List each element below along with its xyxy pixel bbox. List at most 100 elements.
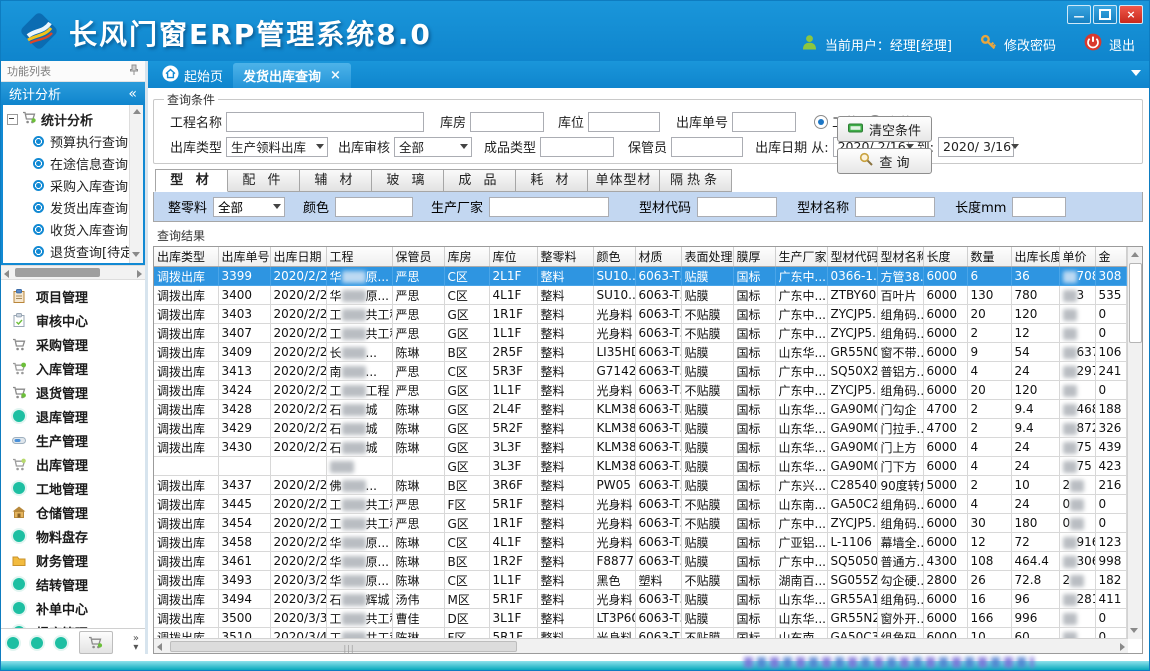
column-header[interactable]: 整零料	[537, 247, 593, 267]
sidebar-menu-item[interactable]: 入库管理	[1, 356, 145, 380]
pin-icon[interactable]	[129, 64, 139, 79]
material-tab[interactable]: 型 材	[155, 169, 228, 192]
tab-overflow-icon[interactable]	[1131, 70, 1141, 76]
date-to-dropdown[interactable]: 2020/ 3/16	[938, 137, 1014, 157]
table-row[interactable]: 调拨出库34292020/2/26石城陈琳G区5R2F整料KLM38176063…	[154, 419, 1126, 438]
scroll-up-icon[interactable]	[1131, 252, 1139, 257]
sidebar-menu-item[interactable]: 结转管理	[1, 572, 145, 596]
column-header[interactable]: 颜色	[593, 247, 635, 267]
tree-item[interactable]: 退货查询[待定]	[7, 240, 143, 262]
column-header[interactable]: 型材代码	[827, 247, 877, 267]
sidebar-menu-item[interactable]: 仓储管理	[1, 500, 145, 524]
tree-item[interactable]: 预算执行查询	[7, 130, 143, 152]
column-header[interactable]: 出库长度	[1011, 247, 1059, 267]
table-row[interactable]: 调拨出库34092020/2/25长...陈琳B区2R5F整料LI35HD606…	[154, 343, 1126, 362]
material-tab[interactable]: 玻 璃	[372, 169, 444, 192]
logout-link[interactable]: 退出	[1109, 35, 1135, 54]
length-input[interactable]	[1012, 197, 1066, 217]
table-row[interactable]: 调拨出库34942020/3/2石辉城汤伟M区5R1F整料光身料6063-T5贴…	[154, 590, 1126, 609]
sidebar-menu-item[interactable]: 物料盘存	[1, 524, 145, 548]
column-header[interactable]: 库位	[489, 247, 537, 267]
table-row[interactable]: 调拨出库34372020/2/27佛...陈琳B区3R6F整料PW056063-…	[154, 476, 1126, 495]
tree-item[interactable]: 发货出库查询	[7, 196, 143, 218]
tab-inactive[interactable]: 起始页	[152, 63, 233, 88]
change-password-link[interactable]: 修改密码	[1004, 35, 1056, 54]
material-tab[interactable]: 配 件	[228, 169, 300, 192]
table-row[interactable]: 调拨出库34282020/2/26石城陈琳G区2L4F整料KLM38176063…	[154, 400, 1126, 419]
sidebar-menu-item[interactable]: 出库管理	[1, 452, 145, 476]
tree-item[interactable]: 收货入库查询	[7, 218, 143, 240]
table-row[interactable]: 调拨出库34452020/2/27工共工程严思F区5R1F整料光身料6063-T…	[154, 495, 1126, 514]
audit-dropdown[interactable]: 全部	[394, 137, 472, 157]
tree-root-stats-analysis[interactable]: 统计分析	[7, 108, 143, 130]
column-header[interactable]: 单价	[1059, 247, 1095, 267]
material-tab[interactable]: 成 品	[444, 169, 516, 192]
minimize-button[interactable]: —	[1067, 5, 1091, 24]
column-header[interactable]: 金	[1095, 247, 1126, 267]
grid-horizontal-scrollbar[interactable]: |||	[154, 638, 1128, 653]
scrollbar-thumb[interactable]: |||	[170, 641, 517, 652]
table-row[interactable]: 调拨出库34242020/2/26工工程严思G区1L1F整料光身料6063-T5…	[154, 381, 1126, 400]
collapse-icon[interactable]: «	[128, 86, 137, 102]
table-row[interactable]: G区3L3F整料KLM38176063-T5贴膜国标山东华...GA90M09.…	[154, 457, 1126, 476]
column-header[interactable]: 型材名称	[877, 247, 923, 267]
tab-active[interactable]: 发货出库查询×	[233, 63, 351, 88]
dot-icon[interactable]	[55, 637, 67, 649]
dot-icon[interactable]	[7, 637, 19, 649]
table-row[interactable]: 调拨出库34932020/3/2华原...陈琳C区1L1F整料黑色塑料不贴膜国标…	[154, 571, 1126, 590]
material-tab[interactable]: 单体型材	[588, 169, 660, 192]
maximize-button[interactable]	[1093, 5, 1117, 24]
material-tab[interactable]: 辅 材	[300, 169, 372, 192]
table-row[interactable]: 调拨出库34612020/2/28华原...陈琳B区1R2F整料F8877FT6…	[154, 552, 1126, 571]
scroll-right-icon[interactable]	[1120, 643, 1125, 651]
column-header[interactable]: 数量	[967, 247, 1011, 267]
profile-name-input[interactable]	[855, 197, 935, 217]
sidebar-menu-item[interactable]: 采购管理	[1, 332, 145, 356]
tree-item[interactable]: 采购入库查询	[7, 174, 143, 196]
column-header[interactable]: 表面处理	[681, 247, 733, 267]
table-row[interactable]: 调拨出库34032020/2/25工共工程严思G区1R1F整料光身料6063-T…	[154, 305, 1126, 324]
table-row[interactable]: 调拨出库34002020/2/25华原...严思C区4L1F整料SU10...6…	[154, 286, 1126, 305]
column-header[interactable]: 材质	[635, 247, 681, 267]
scroll-down-icon[interactable]	[1130, 628, 1138, 633]
material-tab[interactable]: 隔热条	[660, 169, 732, 192]
product-type-input[interactable]	[540, 137, 614, 157]
sidebar-menu-item[interactable]: 项目管理	[1, 284, 145, 308]
whole-part-dropdown[interactable]: 全部	[213, 197, 285, 217]
out-type-dropdown[interactable]: 生产领料出库	[226, 137, 328, 157]
manufacturer-input[interactable]	[489, 197, 609, 217]
project-name-input[interactable]	[226, 112, 424, 132]
column-header[interactable]: 出库单号	[218, 247, 270, 267]
column-header[interactable]: 出库日期	[270, 247, 326, 267]
column-header[interactable]: 工程	[326, 247, 392, 267]
color-input[interactable]	[335, 197, 413, 217]
overflow-chevron[interactable]: »▾	[133, 634, 139, 652]
keeper-input[interactable]	[671, 137, 743, 157]
sidebar-menu-item[interactable]: 工地管理	[1, 476, 145, 500]
sidebar-menu-item[interactable]: 退库管理	[1, 404, 145, 428]
scrollbar-thumb[interactable]	[15, 268, 100, 277]
table-row[interactable]: 调拨出库34542020/2/28工共工程严思G区1R1F整料光身料6063-T…	[154, 514, 1126, 533]
dot-icon[interactable]	[31, 637, 43, 649]
sidebar-menu-item[interactable]: 生产管理	[1, 428, 145, 452]
tree-horizontal-scrollbar[interactable]	[1, 265, 145, 280]
order-no-input[interactable]	[732, 112, 796, 132]
scroll-right-icon[interactable]	[137, 270, 142, 278]
table-row[interactable]: 调拨出库34132020/2/26南...严思C区5R3F整料G71422606…	[154, 362, 1126, 381]
table-row[interactable]: 调拨出库35002020/3/3工共工程曹佳D区3L1F整料LT3P606063…	[154, 609, 1126, 628]
tab-close-icon[interactable]: ×	[330, 68, 341, 83]
column-header[interactable]: 生产厂家	[775, 247, 827, 267]
column-header[interactable]: 长度	[923, 247, 967, 267]
table-row[interactable]: 调拨出库34072020/2/25工共工程严思G区1L1F整料光身料6063-T…	[154, 324, 1126, 343]
scroll-left-icon[interactable]	[4, 270, 9, 278]
cart-button[interactable]	[79, 631, 113, 654]
search-button[interactable]: 查 询	[837, 148, 932, 174]
column-header[interactable]: 保管员	[392, 247, 444, 267]
location-input[interactable]	[588, 112, 660, 132]
column-header[interactable]: 膜厚	[733, 247, 775, 267]
scroll-left-icon[interactable]	[157, 643, 162, 651]
close-button[interactable]: ×	[1119, 5, 1143, 24]
grid-vertical-scrollbar[interactable]	[1127, 247, 1142, 639]
table-row[interactable]: 调拨出库34302020/2/26石城陈琳G区3L3F整料KLM38176063…	[154, 438, 1126, 457]
sidebar-menu-item[interactable]: 退货管理	[1, 380, 145, 404]
